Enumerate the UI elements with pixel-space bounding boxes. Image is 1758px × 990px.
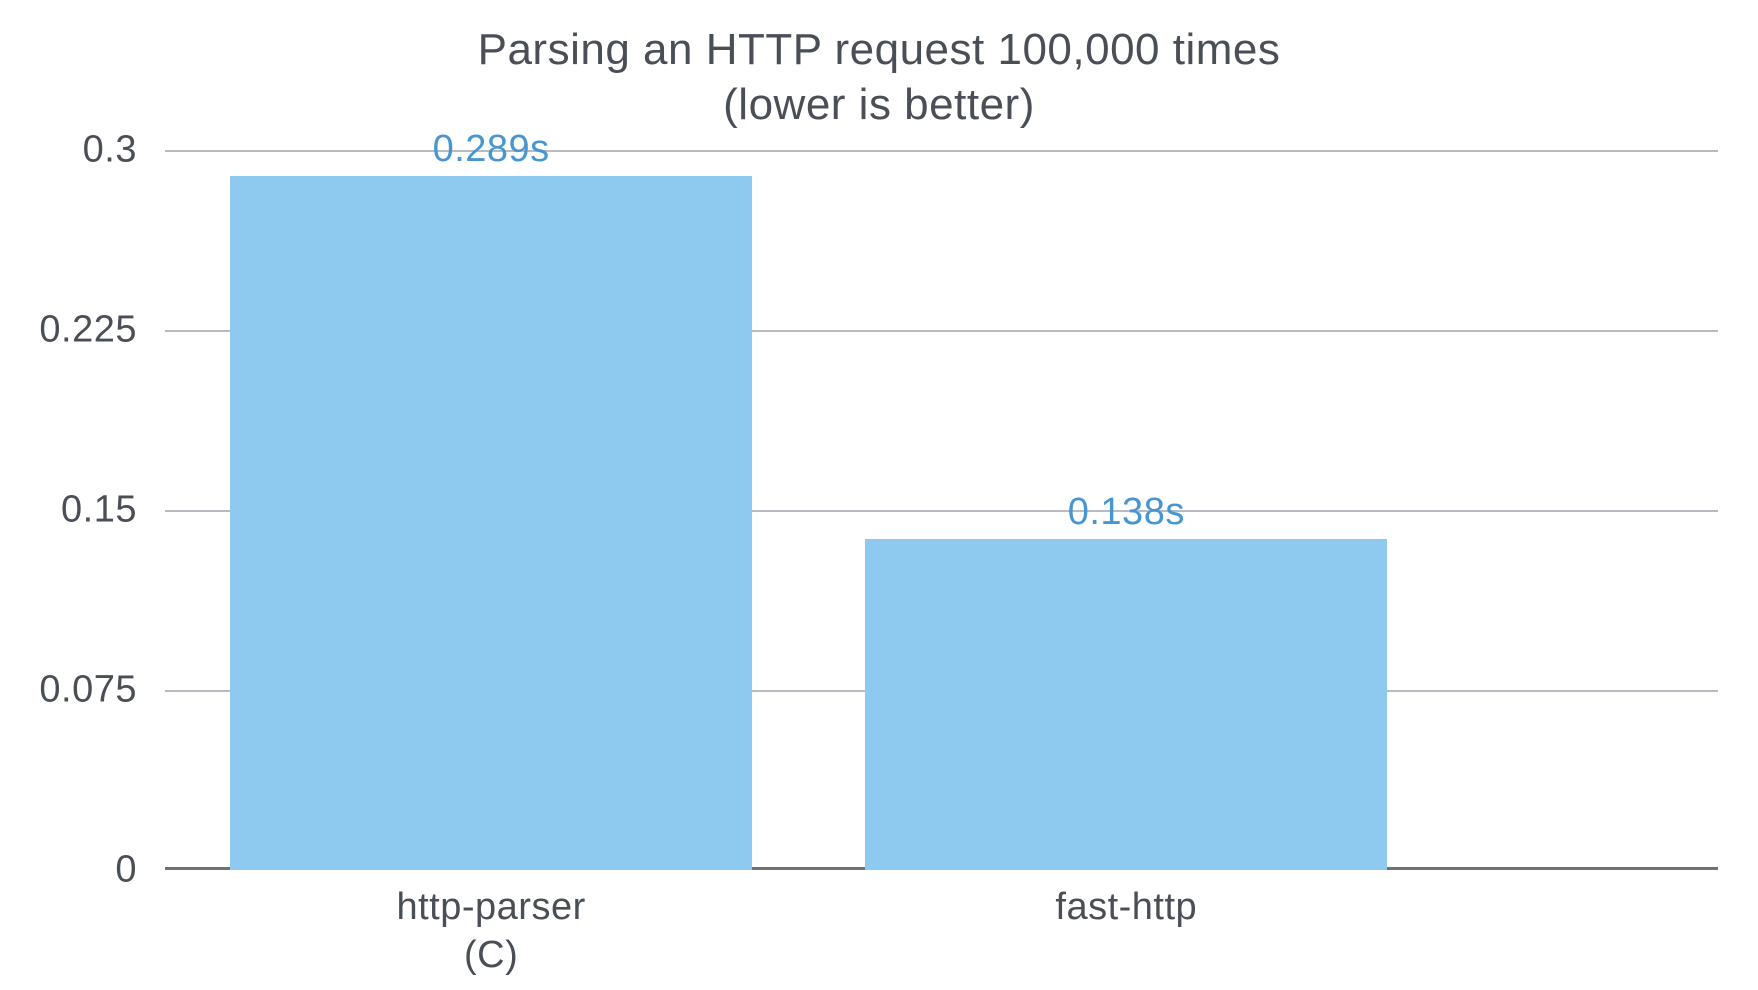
title-line-1: Parsing an HTTP request 100,000 times — [478, 25, 1281, 74]
ytick-label: 0.3 — [83, 129, 165, 172]
plot-area: 0.3 0.225 0.15 0.075 0 0.289s 0.138s htt… — [165, 150, 1718, 870]
bar-fast-http: 0.138s — [865, 539, 1387, 870]
xtick-label: http-parser(C) — [230, 870, 752, 979]
xtick-label: fast-http — [865, 870, 1387, 932]
ytick-label: 0 — [115, 849, 165, 892]
bar-http-parser: 0.289s — [230, 176, 752, 870]
bar-value-label: 0.289s — [230, 128, 752, 171]
title-line-2: (lower is better) — [723, 80, 1035, 129]
ytick-label: 0.15 — [61, 489, 165, 532]
ytick-label: 0.225 — [39, 309, 165, 352]
bar-value-label: 0.138s — [865, 491, 1387, 534]
chart-title: Parsing an HTTP request 100,000 times (l… — [0, 0, 1758, 132]
ytick-label: 0.075 — [39, 669, 165, 712]
